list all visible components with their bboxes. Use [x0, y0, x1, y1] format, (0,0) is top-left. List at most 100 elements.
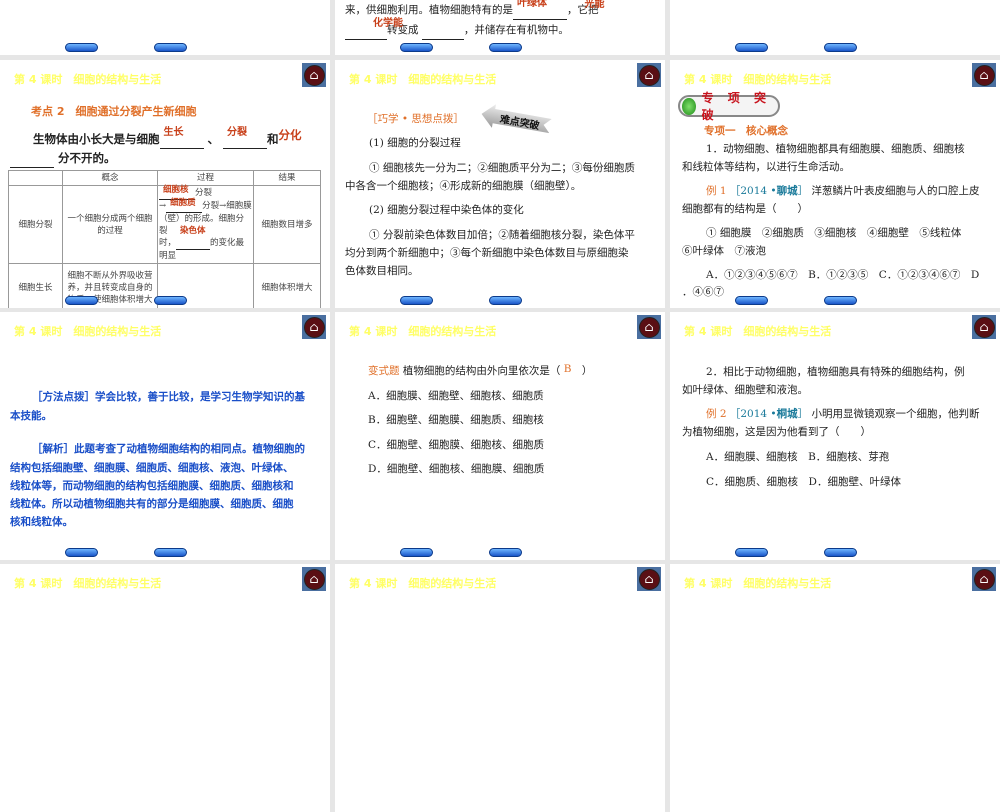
text-line: 结构包括细胞壁、细胞膜、细胞质、细胞核、液泡、叶绿体、	[10, 462, 294, 474]
example-line: 例 2 ［2014 •桐城］ 小明用显微镜观察一个细胞，他判断	[706, 408, 980, 420]
next-nav-button[interactable]	[824, 548, 857, 557]
home-icon: ⌂	[973, 64, 995, 86]
home-icon: ⌂	[973, 568, 995, 590]
slide-1-1[interactable]	[0, 0, 330, 55]
subheading: (1) 细胞的分裂过程	[369, 137, 461, 149]
slide-3-2[interactable]: 第 4 课时 细胞的结构与生活 ⌂ 变式题 植物细胞的结构由外向里依次是（ B …	[335, 312, 665, 560]
text-line: ⑥叶绿体 ⑦液泡	[682, 245, 766, 257]
prev-nav-button[interactable]	[65, 296, 98, 305]
next-nav-button[interactable]	[489, 296, 522, 305]
slide-4-3[interactable]: 第 4 课时 细胞的结构与生活 ⌂	[670, 564, 1000, 812]
text-line: 2．相比于动物细胞，植物细胞具有特殊的细胞结构，例	[706, 366, 965, 378]
text-line: 线粒体。所以动植物细胞共有的部分是细胞膜、细胞质、细胞	[10, 498, 294, 510]
slide-2-3[interactable]: 第 4 课时 细胞的结构与生活 ⌂ 专 项 突 破 专项一 核心概念 1．动物细…	[670, 60, 1000, 308]
subheading: (2) 细胞分裂过程中染色体的变化	[369, 204, 524, 216]
example-line: 例 1 ［2014 •聊城］ 洋葱鳞片叶表皮细胞与人的口腔上皮	[706, 185, 980, 197]
home-icon: ⌂	[638, 316, 660, 338]
options-line: C．细胞质、细胞核 D．细胞壁、叶绿体	[706, 476, 901, 488]
slide-header: 第 4 课时 细胞的结构与生活	[349, 325, 497, 338]
next-nav-button[interactable]	[489, 548, 522, 557]
section-badge: 专 项 突 破	[678, 91, 780, 122]
prev-nav-button[interactable]	[400, 548, 433, 557]
next-nav-button[interactable]	[154, 43, 187, 52]
question-line: 变式题 植物细胞的结构由外向里依次是（ B ）	[368, 363, 593, 377]
slide-4-1[interactable]: 第 4 课时 细胞的结构与生活 ⌂	[0, 564, 330, 812]
option-b: B．细胞壁、细胞膜、细胞质、细胞核	[368, 414, 544, 426]
next-nav-button[interactable]	[154, 296, 187, 305]
slide-header: 第 4 课时 细胞的结构与生活	[14, 73, 162, 86]
fill-sentence: 生物体由小长大是与细胞 生长 、 分裂 和分化	[33, 127, 302, 149]
text-line: 细胞都有的结构是（ ）	[682, 203, 808, 215]
next-nav-button[interactable]	[824, 43, 857, 52]
text-line: 中各含一个细胞核；④形成新的细胞膜（细胞壁）。	[345, 180, 582, 192]
home-button[interactable]: ⌂	[302, 63, 326, 87]
home-button[interactable]: ⌂	[972, 63, 996, 87]
slide-header: 第 4 课时 细胞的结构与生活	[349, 73, 497, 86]
text-line: 线粒体等，而动物细胞的结构包括细胞膜、细胞质、细胞核和	[10, 480, 294, 492]
prev-nav-button[interactable]	[735, 43, 768, 52]
next-nav-button[interactable]	[824, 296, 857, 305]
text-line: 均分到两个新细胞中；③每个新细胞中染色体数目与原细胞染	[345, 247, 629, 259]
fill-sentence-end: 分不开的。	[10, 149, 116, 168]
prev-nav-button[interactable]	[735, 296, 768, 305]
slide-2-1[interactable]: 第 4 课时 细胞的结构与生活 ⌂ 考点 2 细胞通过分裂产生新细胞 生物体由小…	[0, 60, 330, 308]
next-nav-button[interactable]	[154, 548, 187, 557]
slide-2-2[interactable]: 第 4 课时 细胞的结构与生活 ⌂ ［巧学 • 思想点拨］ 难点突破 (1) 细…	[335, 60, 665, 308]
prev-nav-button[interactable]	[400, 43, 433, 52]
next-nav-button[interactable]	[489, 43, 522, 52]
text-line: ① 细胞核先一分为二；②细胞质平分为二；③每份细胞质	[369, 162, 635, 174]
home-button[interactable]: ⌂	[972, 567, 996, 591]
option-c: C．细胞壁、细胞膜、细胞核、细胞质	[368, 439, 545, 451]
options-line: A．①②③④⑤⑥⑦ B．①②③⑤ C．①②③④⑥⑦ D	[706, 269, 980, 281]
home-button[interactable]: ⌂	[637, 63, 661, 87]
prev-nav-button[interactable]	[735, 548, 768, 557]
slide-1-3[interactable]	[670, 0, 1000, 55]
slide-3-3[interactable]: 第 4 课时 细胞的结构与生活 ⌂ 2．相比于动物细胞，植物细胞具有特殊的细胞结…	[670, 312, 1000, 560]
green-dot-icon	[682, 97, 696, 115]
text-line: ① 分裂前染色体数目加倍；②随着细胞核分裂，染色体平	[369, 229, 635, 241]
home-icon: ⌂	[638, 64, 660, 86]
text-line: 和线粒体等结构，以进行生命活动。	[682, 161, 850, 173]
text-line: 为植物细胞，这是因为他看到了（ ）	[682, 426, 871, 438]
option-a: A．细胞膜、细胞壁、细胞核、细胞质	[368, 390, 544, 402]
subheading: 专项一 核心概念	[704, 125, 788, 137]
slide-header: 第 4 课时 细胞的结构与生活	[684, 577, 832, 590]
text-line: 1．动物细胞、植物细胞都具有细胞膜、细胞质、细胞核	[706, 143, 965, 155]
home-button[interactable]: ⌂	[637, 567, 661, 591]
comparison-table: 概念 过程 结果 细胞分裂 一个细胞分成两个细胞的过程 细胞核 分裂 → 细胞质 分裂→…	[8, 170, 321, 308]
slide-3-1[interactable]: 第 4 课时 细胞的结构与生活 ⌂ ［方法点拨］学会比较，善于比较，是学习生物学…	[0, 312, 330, 560]
option-d: D．细胞壁、细胞核、细胞膜、细胞质	[368, 463, 545, 475]
home-icon: ⌂	[973, 316, 995, 338]
prev-nav-button[interactable]	[65, 548, 98, 557]
section-heading: 考点 2 细胞通过分裂产生新细胞	[31, 105, 197, 118]
options-line: ．④⑥⑦	[682, 286, 724, 298]
text-line: ① 细胞膜 ②细胞质 ③细胞核 ④细胞壁 ⑤线粒体	[706, 227, 962, 239]
slide-header: 第 4 课时 细胞的结构与生活	[684, 73, 832, 86]
text-line: 化学能 转变成 ，并储存在有机物中。	[345, 18, 569, 40]
slide-header: 第 4 课时 细胞的结构与生活	[14, 577, 162, 590]
home-button[interactable]: ⌂	[637, 315, 661, 339]
home-icon: ⌂	[303, 316, 325, 338]
slide-header: 第 4 课时 细胞的结构与生活	[349, 577, 497, 590]
prev-nav-button[interactable]	[400, 296, 433, 305]
text-line: 色体数目相同。	[345, 265, 419, 277]
text-line: 如叶绿体、细胞壁和液泡。	[682, 384, 808, 396]
text-line: ［解析］此题考查了动植物细胞结构的相同点。植物细胞的	[32, 443, 305, 455]
options-line: A．细胞膜、细胞核 B．细胞核、芽孢	[706, 451, 890, 463]
home-icon: ⌂	[303, 64, 325, 86]
home-button[interactable]: ⌂	[302, 567, 326, 591]
tip-tag: ［巧学 • 思想点拨］	[367, 113, 464, 125]
home-button[interactable]: ⌂	[972, 315, 996, 339]
text-line: 本技能。	[10, 410, 52, 422]
home-icon: ⌂	[303, 568, 325, 590]
text-line: ［方法点拨］学会比较，善于比较，是学习生物学知识的基	[32, 391, 305, 403]
home-button[interactable]: ⌂	[302, 315, 326, 339]
home-icon: ⌂	[638, 568, 660, 590]
slide-header: 第 4 课时 细胞的结构与生活	[14, 325, 162, 338]
slide-4-2[interactable]: 第 4 课时 细胞的结构与生活 ⌂	[335, 564, 665, 812]
slide-1-2[interactable]: 来，供细胞利用。植物细胞特有的是 叶绿体 ，它把光能 化学能 转变成 ，并储存在有…	[335, 0, 665, 55]
prev-nav-button[interactable]	[65, 43, 98, 52]
slide-header: 第 4 课时 细胞的结构与生活	[684, 325, 832, 338]
arrow-sign: 难点突破	[479, 102, 552, 138]
text-line: 核和线粒体。	[10, 516, 73, 528]
